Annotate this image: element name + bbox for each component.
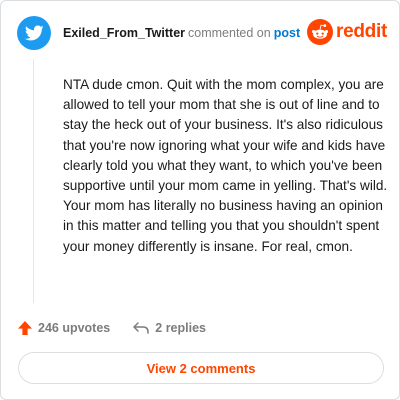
reply-arrow-icon — [133, 322, 150, 334]
post-link[interactable]: post — [274, 26, 300, 40]
comment-actions: 246 upvotes 2 replies — [17, 318, 206, 338]
view-comments-button[interactable]: View 2 comments — [18, 352, 384, 384]
reddit-wordmark: reddit — [336, 21, 387, 42]
comment-body: NTA dude cmon. Quit with the mom complex… — [63, 77, 388, 254]
reddit-snoo-icon — [307, 19, 333, 45]
comment-header: Exiled_From_Twitter commented on post — [63, 26, 300, 41]
replies-count: 2 replies — [155, 321, 206, 335]
upvote-arrow-icon — [18, 321, 32, 335]
twitter-bird-icon[interactable] — [17, 16, 51, 50]
upvote-button[interactable]: 246 upvotes — [17, 320, 110, 336]
upvote-count: 246 upvotes — [38, 321, 111, 335]
thread-line[interactable] — [33, 59, 34, 303]
reddit-logo[interactable]: reddit — [307, 19, 387, 45]
commented-on-label: commented on — [188, 26, 271, 40]
username-link[interactable]: Exiled_From_Twitter — [63, 26, 185, 40]
comment-card: Exiled_From_Twitter commented on post redd… — [0, 0, 400, 400]
replies-button[interactable]: 2 replies — [132, 320, 206, 336]
